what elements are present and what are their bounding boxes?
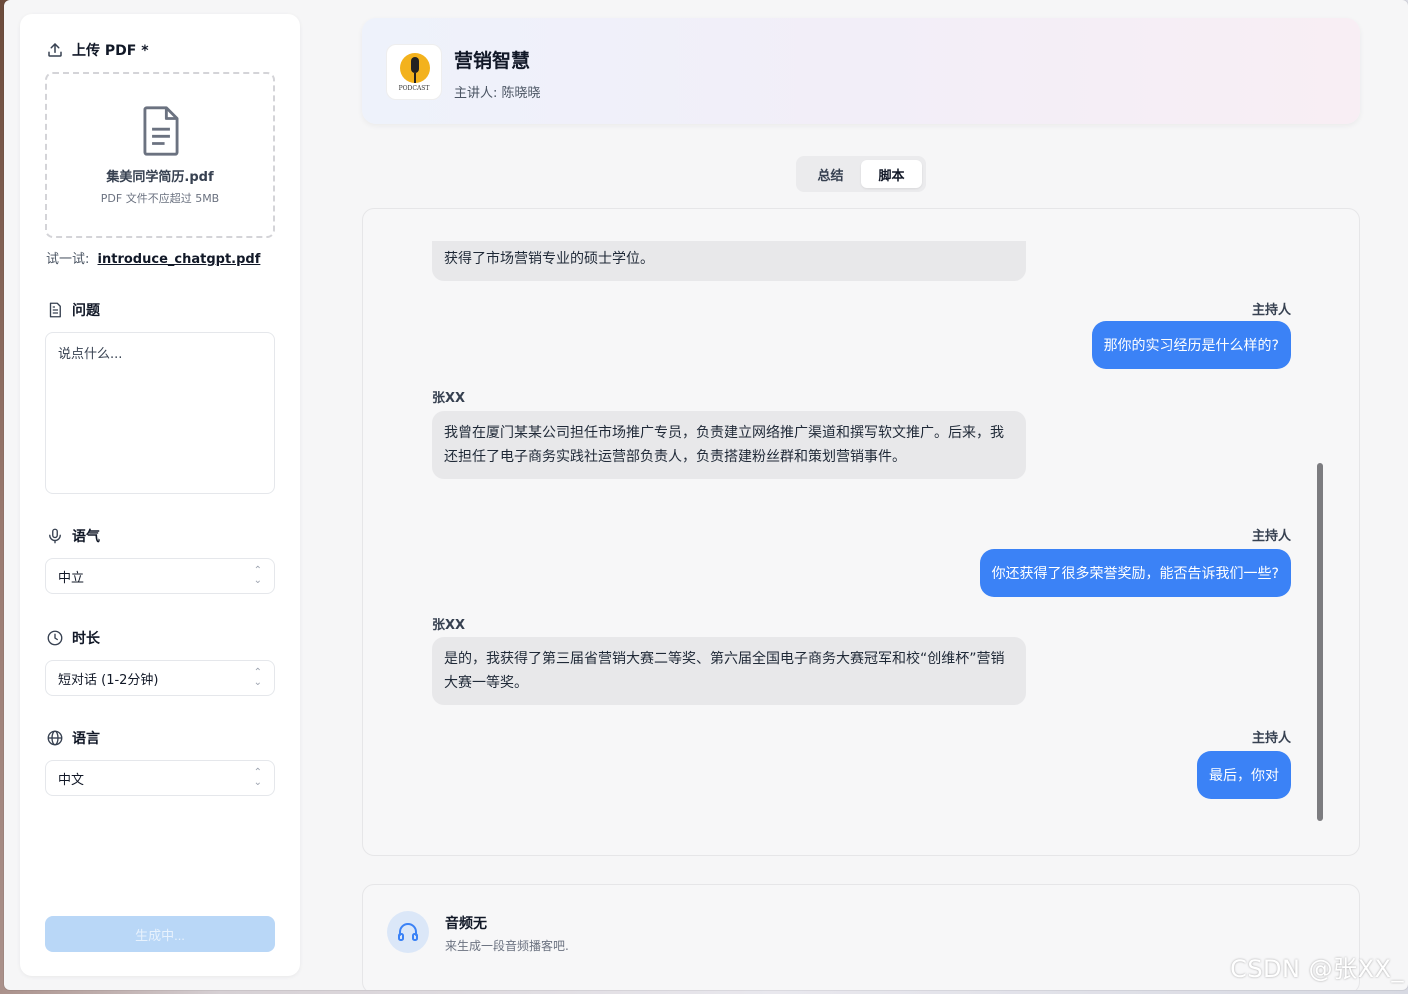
tone-select[interactable]: 中立 ⌃ ⌄ [45,558,275,594]
mic-stand [414,73,416,83]
globe-icon [47,730,63,746]
chat-message-host: 最后，你对 [1197,751,1291,799]
podcast-logo: PODCAST [386,44,442,100]
duration-select-value: 短对话 (1-2分钟) [58,672,159,688]
select-chevron-icon: ⌃ ⌄ [253,767,262,788]
pdf-dropzone[interactable]: 集美同学简历.pdf PDF 文件不应超过 5MB [45,72,275,238]
chat-message-host: 你还获得了很多荣誉奖励，能否告诉我们一些? [979,549,1291,597]
tone-select-value: 中立 [58,570,85,586]
question-label-text: 问题 [72,303,100,319]
microphone-icon [411,57,419,73]
tone-label-text: 语气 [72,529,100,545]
language-label-text: 语言 [72,731,100,747]
chat-message-host: 那你的实习经历是什么样的? [1091,321,1291,369]
chat-scrollbar[interactable] [1317,463,1323,821]
try-example-link[interactable]: introduce_chatgpt.pdf [98,252,261,267]
speaker-label-guest: 张XX [432,391,466,406]
language-select[interactable]: 中文 ⌃ ⌄ [45,760,275,796]
chat-message-guest: 是的，我获得了第三届省营销大赛二等奖、第六届全国电子商务大赛冠军和校“创维杯”营… [432,637,1026,705]
chat-message-guest: 我曾在厦门某某公司担任市场推广专员，负责建立网络推广渠道和撰写软文推广。后来，我… [432,411,1026,479]
tab-script[interactable]: 脚本 [861,160,922,188]
microphone-icon [49,528,61,544]
podcast-title: 营销智慧 [454,50,531,72]
language-label: 语言 [46,728,100,748]
app-window: 上传 PDF * 集美同学简历.pdf PDF 文件不应超过 5MB 试一试: … [4,0,1408,990]
uploaded-file-name: 集美同学简历.pdf [106,170,214,185]
tone-label: 语气 [46,526,100,546]
audio-player-card: 音频无 来生成一段音频播客吧. [362,884,1360,990]
file-document-icon [143,106,179,156]
view-tabs: 总结 脚本 [796,156,926,192]
audio-status-subtitle: 来生成一段音频播客吧. [445,939,569,953]
logo-text: PODCAST [398,85,430,92]
duration-label-text: 时长 [72,631,100,647]
podcast-header: PODCAST 营销智慧 主讲人: 陈晓晓 [362,18,1360,124]
speaker-label-host: 主持人 [1251,529,1291,544]
generate-button[interactable]: 生成中... [45,916,275,952]
upload-pdf-label-text: 上传 PDF * [72,43,149,59]
speaker-label-guest: 张XX [432,618,466,633]
duration-label: 时长 [46,628,100,648]
chat-message-guest: 获得了市场营销专业的硕士学位。 [432,241,1026,281]
podcast-host: 主讲人: 陈晓晓 [454,86,541,101]
headphones-icon [387,911,429,953]
clock-icon [47,630,63,646]
speaker-label-host: 主持人 [1251,303,1291,318]
duration-select[interactable]: 短对话 (1-2分钟) ⌃ ⌄ [45,660,275,696]
watermark: CSDN @张XX_ [1230,955,1404,983]
audio-status-title: 音频无 [445,916,487,932]
select-chevron-icon: ⌃ ⌄ [253,565,262,586]
settings-sidebar: 上传 PDF * 集美同学简历.pdf PDF 文件不应超过 5MB 试一试: … [20,14,300,976]
speaker-label-host: 主持人 [1251,731,1291,746]
file-size-hint: PDF 文件不应超过 5MB [100,192,220,205]
language-select-value: 中文 [58,772,85,788]
question-label: 问题 [46,300,100,320]
question-textarea[interactable]: 说点什么... [45,332,275,494]
try-example-line: 试一试: introduce_chatgpt.pdf [46,248,260,267]
tab-summary[interactable]: 总结 [800,160,861,188]
question-document-icon [49,302,61,318]
select-chevron-icon: ⌃ ⌄ [253,667,262,688]
try-prefix: 试一试: [46,252,90,267]
script-panel: 获得了市场营销专业的硕士学位。 主持人 那你的实习经历是什么样的? 张XX 我曾… [362,208,1360,856]
upload-icon [48,43,62,57]
upload-pdf-label: 上传 PDF * [46,40,149,60]
